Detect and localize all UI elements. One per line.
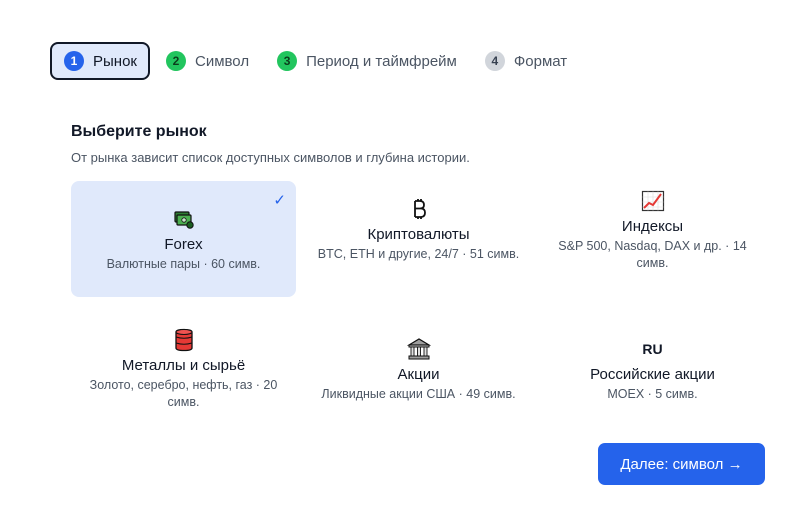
step-market[interactable]: 1 Рынок bbox=[50, 42, 150, 80]
market-card-stocks[interactable]: Акции Ликвидные акции США · 49 симв. bbox=[306, 311, 531, 427]
ru-text-icon: RU bbox=[642, 340, 663, 357]
step-number: 2 bbox=[165, 51, 186, 71]
market-name: Российские акции bbox=[590, 365, 715, 383]
bitcoin-icon bbox=[412, 196, 426, 222]
market-desc: Ликвидные акции США · 49 симв. bbox=[321, 386, 516, 401]
market-desc: MOEX · 5 симв. bbox=[607, 386, 698, 401]
market-card-russian-stocks[interactable]: RU Российские акции MOEX · 5 симв. bbox=[540, 311, 765, 427]
market-name: Индексы bbox=[621, 218, 684, 235]
step-label: Формат bbox=[513, 52, 568, 70]
barrel-icon bbox=[174, 327, 194, 353]
market-desc: Золото, серебро, нефть, газ · 20 симв. bbox=[89, 378, 278, 409]
market-card-indices[interactable]: Индексы S&P 500, Nasdaq, DAX и др. · 14 … bbox=[540, 172, 765, 288]
stepper: 1 Рынок 2 Символ 3 Период и таймфрейм 4 … bbox=[50, 42, 583, 80]
bank-icon bbox=[406, 336, 431, 362]
page-title: Выберите рынок bbox=[71, 123, 207, 140]
next-symbol-button[interactable]: Далее: символ → bbox=[598, 443, 765, 485]
market-desc: BTC, ETH и другие, 24/7 · 51 симв. bbox=[317, 246, 520, 261]
market-card-metals[interactable]: Металлы и сырьё Золото, серебро, нефть, … bbox=[71, 311, 296, 427]
market-name: Акции bbox=[397, 365, 440, 383]
chart-up-icon bbox=[641, 188, 665, 214]
step-label: Период и таймфрейм bbox=[306, 52, 457, 70]
market-name: Криптовалюты bbox=[367, 225, 470, 243]
market-name: Металлы и сырьё bbox=[121, 357, 246, 374]
money-icon bbox=[173, 206, 195, 232]
market-card-forex[interactable]: ✓ Forex Валютные пары · 60 симв. bbox=[71, 181, 296, 297]
step-number: 1 bbox=[64, 51, 84, 71]
step-number: 3 bbox=[277, 51, 298, 71]
step-format[interactable]: 4 Формат bbox=[473, 42, 579, 80]
page-subtitle: От рынка зависит список доступных символ… bbox=[71, 150, 470, 165]
step-period-timeframe[interactable]: 3 Период и таймфрейм bbox=[265, 42, 469, 80]
step-number: 4 bbox=[484, 51, 505, 71]
market-desc: S&P 500, Nasdaq, DAX и др. · 14 симв. bbox=[558, 239, 747, 270]
step-symbol[interactable]: 2 Символ bbox=[154, 42, 261, 80]
market-card-crypto[interactable]: Криптовалюты BTC, ETH и другие, 24/7 · 5… bbox=[306, 171, 531, 287]
step-label: Рынок bbox=[93, 52, 137, 70]
check-icon: ✓ bbox=[273, 192, 286, 209]
market-name: Forex bbox=[164, 235, 203, 253]
market-desc: Валютные пары · 60 симв. bbox=[106, 256, 261, 271]
step-label: Символ bbox=[194, 52, 250, 70]
